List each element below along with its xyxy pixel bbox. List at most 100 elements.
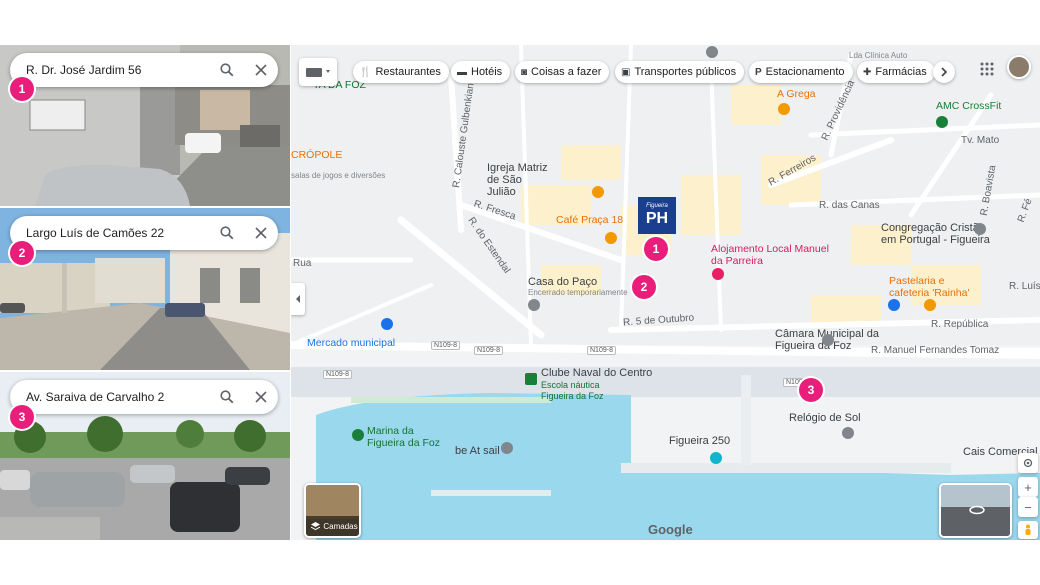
road-shield-n109-3: N109-8 <box>587 346 616 355</box>
hotel-marker[interactable]: Figueira PH <box>638 197 676 234</box>
place-label-pastelaria: Pastelaria e cafeteria 'Rainha' <box>889 275 970 299</box>
bank-pin-icon <box>888 299 900 311</box>
school-pin-icon <box>525 373 537 385</box>
close-icon[interactable] <box>244 380 278 414</box>
map-canvas[interactable]: R. Fresca R. do Estendal R. Calouste Gul… <box>291 45 1040 540</box>
place-label-marina: Marina da Figueira da Foz <box>367 425 440 449</box>
hotel-marker-subtitle: Figueira <box>646 203 668 209</box>
church-pin-icon <box>974 223 986 235</box>
street-view-panel-1[interactable]: R. Dr. José Jardim 56 1 <box>0 45 290 206</box>
place-label-be-at-sail: be At sail <box>455 445 500 457</box>
pegman-icon <box>1025 524 1031 535</box>
map-marker-1[interactable]: 1 <box>644 237 668 261</box>
close-icon[interactable] <box>244 53 278 87</box>
layers-label: Camadas <box>323 521 358 531</box>
chip-hotels-label: Hotéis <box>471 66 503 78</box>
chevron-right-icon <box>941 67 948 77</box>
hotel-icon: ▬ <box>457 66 467 78</box>
place-label-casa-paco: Casa do Paço <box>528 276 598 288</box>
chip-hotels[interactable]: ▬ Hotéis <box>451 61 511 83</box>
street-view-search-3[interactable]: Av. Saraiva de Carvalho 2 <box>10 380 278 414</box>
place-label-cafe: Café Praça 18 <box>556 214 624 226</box>
map-marker-2[interactable]: 2 <box>632 275 656 299</box>
city-hall-pin-icon <box>822 334 834 346</box>
place-label-relogio: Relógio de Sol <box>789 412 861 424</box>
chips-next-button[interactable] <box>933 61 955 83</box>
map-marker-3[interactable]: 3 <box>799 378 823 402</box>
place-label-igreja: Igreja Matriz de São Julião <box>487 162 548 198</box>
sundial-pin-icon <box>842 427 854 439</box>
search-icon[interactable] <box>210 53 244 87</box>
gym-pin-icon <box>936 116 948 128</box>
transit-icon: ▣ <box>621 66 631 78</box>
cafe-pin-icon <box>605 232 617 244</box>
zoom-in-button[interactable]: + <box>1018 477 1038 497</box>
chip-pharmacies[interactable]: ✚ Farmácias <box>857 61 935 83</box>
market-pin-icon <box>381 318 393 330</box>
google-logo: Google <box>648 522 693 537</box>
photo-pin-icon <box>710 452 722 464</box>
road-shield-n109-2: N109-8 <box>474 346 503 355</box>
chip-transit-label: Transportes públicos <box>634 66 737 78</box>
my-location-button[interactable] <box>1018 453 1038 473</box>
my-location-icon <box>1023 458 1033 468</box>
food-pin-icon <box>778 103 790 115</box>
camera-icon: ◙ <box>521 66 528 78</box>
service-pin-icon <box>706 46 718 58</box>
pegman-button[interactable] <box>1018 521 1038 539</box>
place-label-a-grega: A Grega <box>777 88 816 100</box>
street-view-address-3: Av. Saraiva de Carvalho 2 <box>26 390 165 404</box>
restaurant-icon: 🍴 <box>359 66 372 78</box>
avatar[interactable] <box>1007 55 1031 79</box>
sail-pin-icon <box>501 442 513 454</box>
search-icon[interactable] <box>210 216 244 250</box>
apps-button[interactable] <box>977 59 997 79</box>
place-label-cropole: CRÓPOLE <box>291 149 343 161</box>
place-label-clube: Clube Naval do Centro <box>541 367 653 379</box>
minus-icon: − <box>1024 499 1032 515</box>
lodging-pin-icon <box>712 268 724 280</box>
keyboard-button[interactable] <box>299 58 337 86</box>
chip-things-to-do[interactable]: ◙ Coisas a fazer <box>515 61 610 83</box>
street-label-tv-mato: Tv. Mato <box>961 135 1000 146</box>
place-label-alojamento: Alojamento Local Manuel da Parreira <box>711 243 829 267</box>
street-view-marker-3: 3 <box>10 405 34 429</box>
collapse-panel-button[interactable] <box>291 283 305 315</box>
rotate-360-icon <box>969 505 985 515</box>
bakery-pin-icon <box>924 299 936 311</box>
landmark-pin-icon <box>528 299 540 311</box>
chip-restaurants[interactable]: 🍴 Restaurantes <box>353 61 449 83</box>
apps-grid-icon <box>980 62 994 76</box>
street-view-address-2: Largo Luís de Camões 22 <box>26 226 165 240</box>
street-view-panel-2[interactable]: Largo Luís de Camões 22 2 <box>0 208 290 370</box>
parking-icon: P <box>755 66 762 78</box>
place-label-jogos: salas de jogos e diversões <box>291 171 386 180</box>
road-shield-n109-1: N109-8 <box>431 341 460 350</box>
street-view-thumbnail[interactable] <box>939 483 1012 538</box>
street-view-address-1: R. Dr. José Jardim 56 <box>26 63 142 77</box>
place-label-casa-paco-status: Encerrado temporariamente <box>528 288 628 297</box>
street-view-search-1[interactable]: R. Dr. José Jardim 56 <box>10 53 278 87</box>
chevron-left-icon <box>296 295 300 303</box>
street-label-r-canas: R. das Canas <box>819 200 880 211</box>
hotel-marker-logo: PH <box>645 210 669 227</box>
layers-icon <box>311 521 321 530</box>
place-label-amc: AMC CrossFit <box>936 100 1002 112</box>
chip-parking[interactable]: P Estacionamento <box>749 61 853 83</box>
chip-pharmacies-label: Farmácias <box>875 66 927 78</box>
street-view-search-2[interactable]: Largo Luís de Camões 22 <box>10 216 278 250</box>
chip-transit[interactable]: ▣ Transportes públicos <box>615 61 745 83</box>
keyboard-icon <box>306 68 330 77</box>
chip-restaurants-label: Restaurantes <box>375 66 441 78</box>
street-view-marker-1: 1 <box>10 77 34 101</box>
search-icon[interactable] <box>210 380 244 414</box>
plus-icon: + <box>1024 479 1032 495</box>
dining-pin-icon <box>592 186 604 198</box>
chip-things-to-do-label: Coisas a fazer <box>531 66 602 78</box>
place-label-escola: Escola náutica Figueira da Foz <box>541 380 604 401</box>
zoom-out-button[interactable]: − <box>1018 497 1038 517</box>
layers-button[interactable]: Camadas <box>304 483 361 538</box>
street-view-panel-3[interactable]: Av. Saraiva de Carvalho 2 3 <box>0 372 290 540</box>
place-label-figueira250: Figueira 250 <box>669 435 731 447</box>
close-icon[interactable] <box>244 216 278 250</box>
